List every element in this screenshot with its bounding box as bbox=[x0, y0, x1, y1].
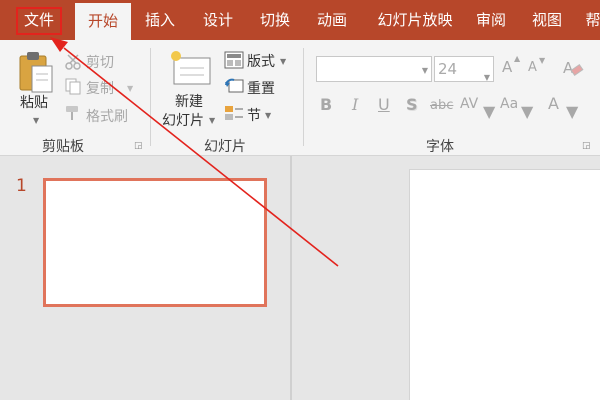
change-case-dropdown-icon[interactable]: ▼ bbox=[521, 102, 533, 121]
italic-button[interactable]: I bbox=[352, 95, 358, 114]
text-shadow-button[interactable]: S bbox=[406, 95, 418, 114]
new-slide-icon[interactable] bbox=[168, 48, 212, 88]
group-separator bbox=[150, 48, 151, 146]
font-name-dropdown-icon[interactable]: ▼ bbox=[422, 66, 428, 75]
svg-text:A: A bbox=[563, 59, 574, 77]
cut-button[interactable]: 剪切 bbox=[86, 52, 114, 72]
slide-canvas[interactable] bbox=[409, 169, 600, 400]
slide-number: 1 bbox=[16, 176, 27, 196]
section-dropdown-icon[interactable]: ▼ bbox=[265, 111, 271, 120]
char-spacing-dropdown-icon[interactable]: ▼ bbox=[483, 102, 495, 121]
tab-design[interactable]: 设计 bbox=[194, 0, 242, 40]
tab-insert[interactable]: 插入 bbox=[136, 0, 184, 40]
font-name-dropdown[interactable]: ▼ bbox=[316, 56, 432, 82]
scissors-icon bbox=[65, 54, 81, 70]
clipboard-launcher-icon[interactable]: ◲ bbox=[134, 141, 143, 151]
shrink-font-icon[interactable]: A bbox=[528, 60, 537, 75]
ribbon-tab-bar: 文件 开始 插入 设计 切换 动画 幻灯片放映 审阅 视图 帮 bbox=[0, 0, 600, 40]
shrink-font-arrow-icon: ▼ bbox=[539, 56, 546, 65]
ribbon-home-panel: 粘贴 ▼ 剪切 复制 ▼ 格式刷 剪贴板 ◲ 新建 幻灯片 ▼ 版式 ▼ 重置 … bbox=[0, 40, 600, 156]
tab-home[interactable]: 开始 bbox=[75, 3, 131, 40]
font-launcher-icon[interactable]: ◲ bbox=[582, 141, 591, 151]
font-color-button[interactable]: A bbox=[548, 94, 559, 113]
format-painter-icon bbox=[66, 106, 78, 120]
layout-dropdown-icon[interactable]: ▼ bbox=[280, 57, 286, 66]
group-separator bbox=[303, 48, 304, 146]
reset-button[interactable]: 重置 bbox=[247, 78, 275, 98]
slide-thumbnail[interactable] bbox=[43, 178, 267, 307]
clear-formatting-icon[interactable]: A bbox=[562, 57, 584, 79]
grow-font-arrow-icon: ▲ bbox=[514, 54, 521, 63]
change-case-button[interactable]: Aa bbox=[500, 96, 518, 112]
section-icon bbox=[225, 106, 243, 120]
file-tab-highlight-box bbox=[16, 7, 62, 35]
layout-button[interactable]: 版式 bbox=[247, 51, 275, 71]
format-painter-button[interactable]: 格式刷 bbox=[86, 106, 128, 126]
section-button[interactable]: 节 bbox=[247, 105, 261, 125]
underline-button[interactable]: U bbox=[378, 95, 390, 114]
tab-slideshow[interactable]: 幻灯片放映 bbox=[367, 0, 463, 40]
tab-view[interactable]: 视图 bbox=[523, 0, 571, 40]
bold-button[interactable]: B bbox=[320, 95, 332, 114]
copy-icon bbox=[65, 78, 81, 95]
font-group-label: 字体 bbox=[426, 139, 454, 155]
tab-animations[interactable]: 动画 bbox=[308, 0, 356, 40]
tab-help[interactable]: 帮 bbox=[578, 0, 600, 40]
paste-button[interactable]: 粘贴 bbox=[20, 92, 48, 112]
layout-icon bbox=[224, 51, 244, 69]
copy-button[interactable]: 复制 bbox=[86, 78, 114, 98]
font-size-value: 24 bbox=[438, 60, 458, 78]
char-spacing-button[interactable]: AV bbox=[460, 96, 478, 112]
clipboard-group-label: 剪贴板 bbox=[42, 139, 84, 155]
copy-dropdown-icon[interactable]: ▼ bbox=[127, 84, 133, 93]
tab-review[interactable]: 审阅 bbox=[467, 0, 515, 40]
strikethrough-button[interactable]: abc bbox=[430, 98, 453, 113]
tab-transitions[interactable]: 切换 bbox=[251, 0, 299, 40]
paste-dropdown-icon[interactable]: ▼ bbox=[33, 116, 39, 125]
new-slide-line1[interactable]: 新建 bbox=[175, 91, 203, 111]
new-slide-button[interactable]: 幻灯片 bbox=[162, 110, 204, 130]
reset-icon bbox=[225, 78, 244, 93]
font-size-dropdown-icon[interactable]: ▼ bbox=[484, 66, 490, 90]
font-size-dropdown[interactable]: 24 ▼ bbox=[434, 56, 494, 82]
new-slide-dropdown-icon[interactable]: ▼ bbox=[209, 116, 215, 125]
paste-icon[interactable] bbox=[18, 50, 54, 94]
slides-group-label: 幻灯片 bbox=[204, 139, 246, 155]
grow-font-icon[interactable]: A bbox=[502, 58, 512, 76]
font-color-dropdown-icon[interactable]: ▼ bbox=[566, 102, 578, 121]
